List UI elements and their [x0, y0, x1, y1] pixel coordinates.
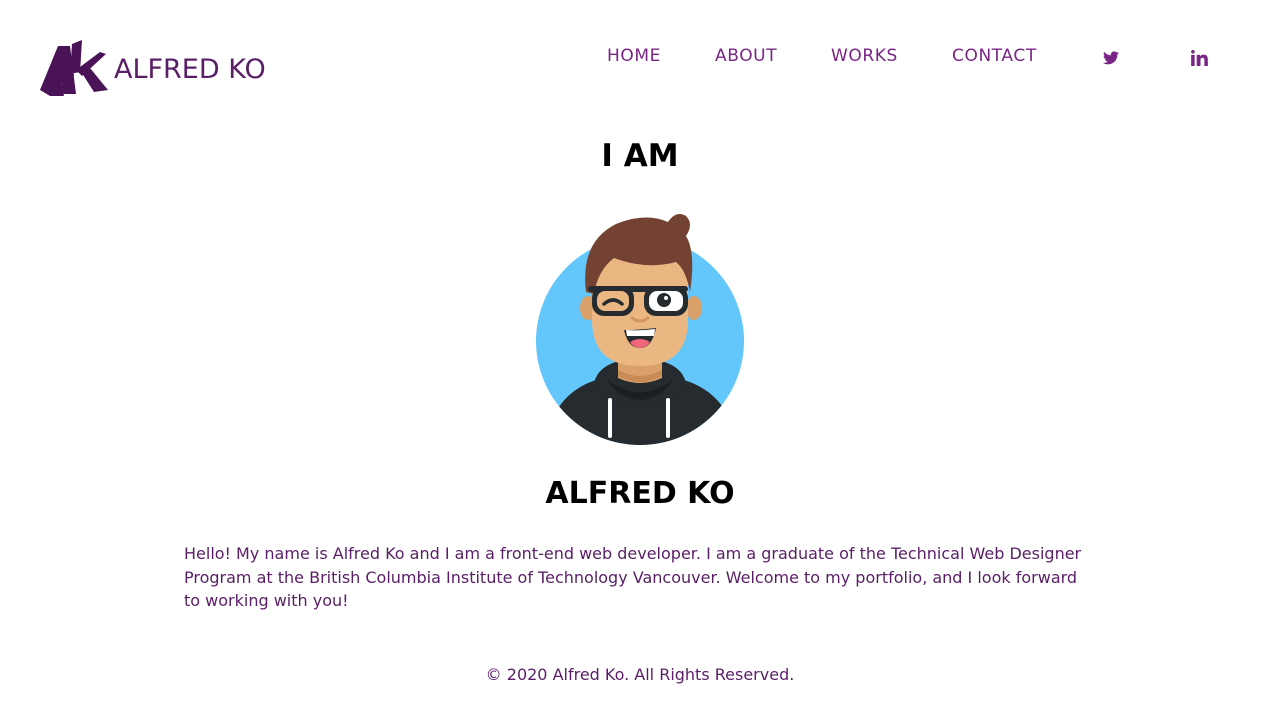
portfolio-page: ALFRED KO HOME ABOUT WORKS CONTACT I AM … [0, 0, 1280, 720]
site-footer: © 2020 Alfred Ko. All Rights Reserved. [0, 665, 1280, 684]
nav-home[interactable]: HOME [607, 46, 661, 66]
linkedin-icon[interactable] [1189, 48, 1209, 68]
nav-works[interactable]: WORKS [831, 46, 898, 66]
bio-paragraph: Hello! My name is Alfred Ko and I am a f… [184, 544, 1082, 610]
twitter-icon[interactable] [1101, 48, 1121, 68]
nav-contact[interactable]: CONTACT [952, 46, 1037, 66]
ak-logo-icon [40, 40, 108, 96]
brand-home-link[interactable]: ALFRED KO [40, 40, 266, 96]
name-heading: ALFRED KO [545, 476, 735, 511]
brand-name: ALFRED KO [114, 53, 266, 85]
intro-heading: I AM [601, 138, 679, 174]
site-header: ALFRED KO HOME ABOUT WORKS CONTACT [0, 0, 1280, 110]
avatar-illustration [536, 214, 744, 445]
nav-about[interactable]: ABOUT [715, 46, 777, 66]
copyright-text: © 2020 Alfred Ko. All Rights Reserved. [485, 665, 795, 684]
